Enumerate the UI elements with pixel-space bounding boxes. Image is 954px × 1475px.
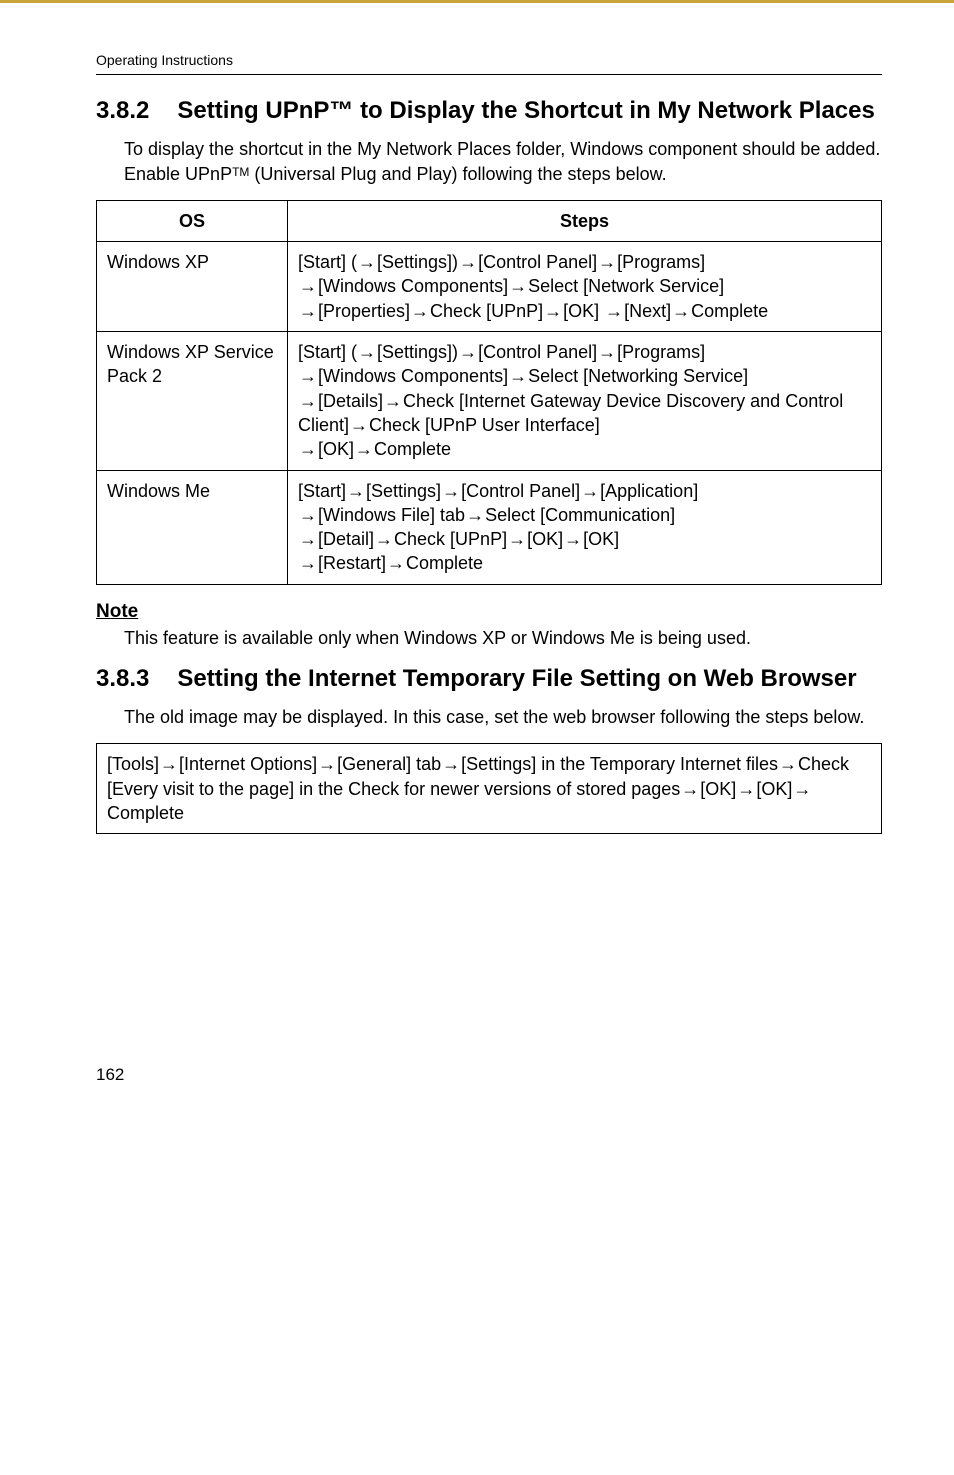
note-body: This feature is available only when Wind… (124, 626, 882, 650)
section-382-title: Setting UPnP™ to Display the Shortcut in… (177, 95, 882, 127)
section-383-intro: The old image may be displayed. In this … (124, 705, 882, 729)
browser-steps-box: [Tools]→[Internet Options]→[General] tab… (96, 743, 882, 834)
page-number: 162 (96, 1064, 882, 1087)
section-382-number: 3.8.2 (96, 95, 149, 127)
cell-steps: [Start] (→[Settings])→[Control Panel]→[P… (288, 332, 882, 470)
section-383-title: Setting the Internet Temporary File Sett… (177, 663, 882, 695)
cell-steps: [Start] (→[Settings])→[Control Panel]→[P… (288, 242, 882, 332)
table-row: Windows Me [Start]→[Settings]→[Control P… (97, 470, 882, 584)
section-383-number: 3.8.3 (96, 663, 149, 695)
cell-os: Windows XP Service Pack 2 (97, 332, 288, 470)
th-os: OS (97, 200, 288, 241)
th-steps: Steps (288, 200, 882, 241)
cell-steps: [Start]→[Settings]→[Control Panel]→[Appl… (288, 470, 882, 584)
section-382-intro: To display the shortcut in the My Networ… (124, 137, 882, 186)
table-row: Windows XP [Start] (→[Settings])→[Contro… (97, 242, 882, 332)
cell-os: Windows XP (97, 242, 288, 332)
trademark-symbol: TM (232, 165, 249, 179)
note-heading: Note (96, 599, 882, 625)
page-container: Operating Instructions 3.8.2 Setting UPn… (0, 3, 954, 1159)
table-row: Windows XP Service Pack 2 [Start] (→[Set… (97, 332, 882, 470)
cell-os: Windows Me (97, 470, 288, 584)
section-383-heading: 3.8.3 Setting the Internet Temporary Fil… (96, 663, 882, 695)
head-underline (96, 74, 882, 75)
section-382-heading: 3.8.2 Setting UPnP™ to Display the Short… (96, 95, 882, 127)
running-head: Operating Instructions (96, 51, 882, 70)
intro-part2: (Universal Plug and Play) following the … (249, 164, 666, 184)
table-header-row: OS Steps (97, 200, 882, 241)
os-steps-table: OS Steps Windows XP [Start] (→[Settings]… (96, 200, 882, 585)
